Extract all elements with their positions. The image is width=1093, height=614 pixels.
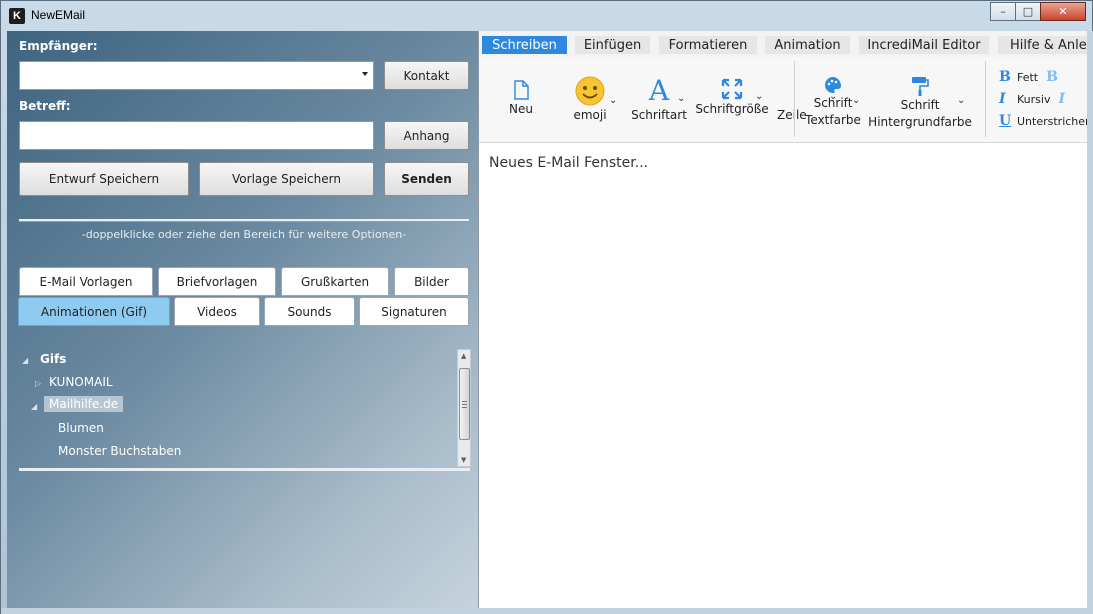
background-color-label-1: Schrift <box>900 98 940 112</box>
bold-icon: B <box>999 69 1011 85</box>
subject-label: Betreff: <box>19 99 71 113</box>
font-a-icon: A <box>648 74 670 107</box>
font-size-label: Schriftgröße <box>695 102 769 116</box>
chevron-down-icon[interactable] <box>362 72 368 76</box>
chevron-down-icon[interactable]: ⌄ <box>677 93 685 104</box>
ribbon-separator <box>985 61 986 137</box>
tree-item-monster-buchstaben[interactable]: Monster Buchstaben <box>58 444 181 458</box>
tab-hilfe[interactable]: Hilfe & Anle <box>998 36 1088 54</box>
tab-incredimail-editor[interactable]: IncrediMail Editor <box>859 36 989 54</box>
thumb-grip-line <box>462 401 467 402</box>
attach-button[interactable]: Anhang <box>384 121 469 150</box>
close-button[interactable]: ✕ <box>1040 2 1086 21</box>
collapsed-triangle-icon[interactable]: ▷ <box>35 379 41 388</box>
tree-scrollbar[interactable]: ▲ ▼ <box>457 349 471 467</box>
chevron-down-icon[interactable]: ⌄ <box>957 95 965 106</box>
background-color-button[interactable]: Schrift Hintergrundfarbe <box>868 75 972 131</box>
smiley-icon <box>575 76 605 106</box>
emoji-label: emoji <box>573 108 607 122</box>
new-label: Neu <box>509 102 533 116</box>
save-template-button[interactable]: Vorlage Speichern <box>199 162 374 196</box>
emoji-button[interactable]: emoji <box>567 75 613 124</box>
tab-animation[interactable]: Animation <box>765 36 850 54</box>
gif-tree-view: ◢ Gifs ▷ KUNOMAIL ◢ Mailhilfe.de Blumen … <box>19 349 457 467</box>
ribbon-toolbar: Neu emoji ⌄ A Schriftart ⌄ Schriftgröße … <box>479 57 1088 143</box>
editor-pane: Schreiben Einfügen Formatieren Animation… <box>478 31 1088 608</box>
ribbon-separator <box>794 61 795 137</box>
new-button[interactable]: Neu <box>501 79 541 118</box>
paint-roller-icon <box>912 77 929 96</box>
tree-item-gifs[interactable]: Gifs <box>40 352 66 366</box>
tab-signatures[interactable]: Signaturen <box>359 297 469 326</box>
text-color-label-2: Textfarbe <box>805 113 861 127</box>
ribbon-tab-bar: Schreiben Einfügen Formatieren Animation… <box>479 31 1088 57</box>
app-logo-icon: K <box>9 8 25 24</box>
underline-label: Unterstrichen <box>1017 114 1088 128</box>
font-label: Schriftart <box>631 108 687 122</box>
chevron-down-icon[interactable]: ⌄ <box>755 91 763 102</box>
tab-formatieren[interactable]: Formatieren <box>659 36 757 54</box>
title-bar[interactable]: K NewEMail – □ ✕ <box>1 1 1092 31</box>
minimize-button[interactable]: – <box>990 2 1016 21</box>
background-color-label-2: Hintergrundfarbe <box>868 115 972 129</box>
tab-einfuegen[interactable]: Einfügen <box>575 36 650 54</box>
window-title: NewEMail <box>31 8 86 22</box>
italic-button[interactable]: I Kursiv I <box>999 91 1065 107</box>
tree-item-kunomail[interactable]: KUNOMAIL <box>49 375 113 389</box>
scroll-up-icon[interactable]: ▲ <box>461 352 466 360</box>
line-button[interactable]: Zeile <box>777 107 807 124</box>
subject-input[interactable] <box>19 121 374 150</box>
app-window: K NewEMail – □ ✕ Empfänger: Kontakt Betr… <box>0 0 1093 614</box>
thumb-grip-line <box>462 404 467 405</box>
send-button[interactable]: Senden <box>384 162 469 196</box>
tab-images[interactable]: Bilder <box>394 267 469 296</box>
tab-email-templates[interactable]: E-Mail Vorlagen <box>19 267 153 296</box>
bold-preview-icon: B <box>1046 69 1058 85</box>
tree-item-blumen[interactable]: Blumen <box>58 421 104 435</box>
line-label: Zeile <box>777 108 807 122</box>
scroll-thumb[interactable] <box>459 368 470 440</box>
resize-hint: -doppelklicke oder ziehe den Bereich für… <box>81 228 407 241</box>
bold-label: Fett <box>1017 70 1039 84</box>
tab-animations-gif[interactable]: Animationen (Gif) <box>18 297 170 326</box>
contact-button[interactable]: Kontakt <box>384 61 469 90</box>
window-right-border <box>1087 31 1093 608</box>
compose-pane: Empfänger: Kontakt Betreff: Anhang Entwu… <box>7 31 478 608</box>
underline-button[interactable]: U Unterstrichen <box>999 113 1088 129</box>
italic-preview-icon: I <box>1058 91 1066 107</box>
tree-item-mailhilfe[interactable]: Mailhilfe.de <box>44 396 124 412</box>
tree-bottom-divider <box>19 468 470 471</box>
window-bottom-border <box>1 608 1093 614</box>
chevron-down-icon[interactable]: ⌄ <box>852 95 860 106</box>
underline-icon: U <box>999 113 1012 129</box>
resize-divider[interactable] <box>19 219 469 222</box>
chevron-down-icon[interactable]: ⌄ <box>829 91 837 102</box>
new-document-icon <box>514 80 529 100</box>
tab-schreiben[interactable]: Schreiben <box>482 36 567 54</box>
bold-button[interactable]: B Fett B <box>999 69 1058 85</box>
expanded-triangle-icon[interactable]: ◢ <box>22 356 28 365</box>
tab-letter-templates[interactable]: Briefvorlagen <box>158 267 276 296</box>
expanded-triangle-icon[interactable]: ◢ <box>31 402 37 411</box>
save-draft-button[interactable]: Entwurf Speichern <box>19 162 189 196</box>
scroll-down-icon[interactable]: ▼ <box>461 456 466 464</box>
tab-videos[interactable]: Videos <box>174 297 260 326</box>
recipient-label: Empfänger: <box>19 39 98 53</box>
window-controls: – □ ✕ <box>990 2 1086 21</box>
thumb-grip-line <box>462 407 467 408</box>
italic-icon: I <box>999 91 1006 107</box>
resize-arrows-icon <box>721 78 743 100</box>
message-body[interactable]: Neues E-Mail Fenster... <box>489 155 648 171</box>
maximize-button[interactable]: □ <box>1015 2 1041 21</box>
recipient-combobox[interactable] <box>19 61 374 90</box>
tab-sounds[interactable]: Sounds <box>264 297 355 326</box>
chevron-down-icon[interactable]: ⌄ <box>609 95 617 106</box>
italic-label: Kursiv <box>1017 92 1051 106</box>
tab-greeting-cards[interactable]: Grußkarten <box>281 267 389 296</box>
